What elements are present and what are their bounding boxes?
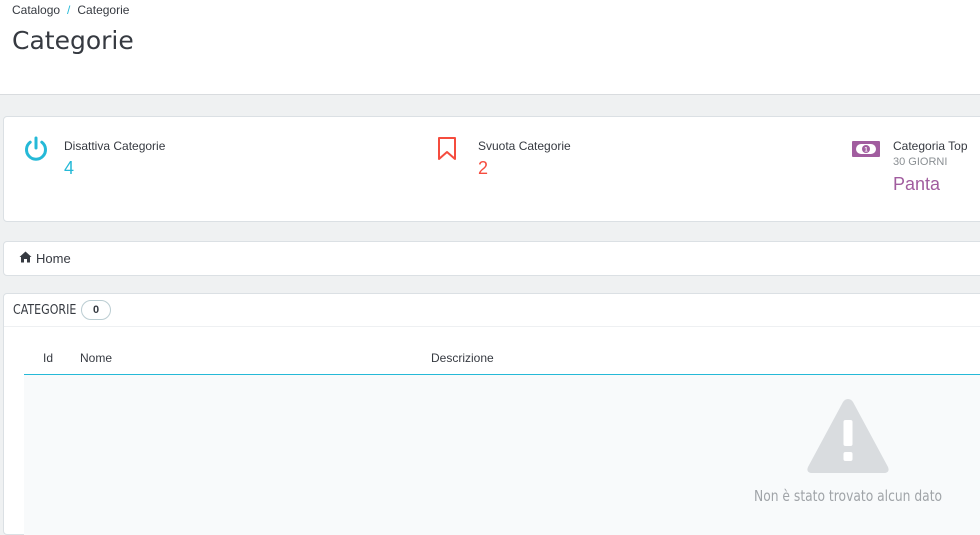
table-header: Id Nome Descrizione (24, 342, 980, 375)
kpi-panel: Disattiva Categorie 4 Svuota Categorie 2… (3, 116, 980, 222)
category-breadcrumb-home[interactable]: Home (19, 251, 71, 266)
column-header-description[interactable]: Descrizione (431, 351, 494, 365)
page-header: Catalogo / Categorie Categorie (0, 0, 980, 95)
money-icon: 1 (851, 135, 881, 168)
panel-heading-label: CATEGORIE (13, 303, 77, 318)
bookmark-icon (436, 135, 460, 168)
panel-heading: CATEGORIE 0 (4, 294, 980, 327)
page-title: Categorie (12, 26, 134, 55)
count-badge: 0 (81, 300, 111, 320)
categories-table-panel: CATEGORIE 0 Id Nome Descrizione Non è st… (3, 293, 980, 535)
breadcrumb-current: Categorie (77, 3, 130, 17)
kpi-subtitle: 30 GIORNI (893, 156, 948, 168)
power-icon (22, 135, 50, 168)
empty-state: Non è stato trovato alcun dato (24, 375, 980, 535)
column-header-name[interactable]: Nome (80, 351, 112, 365)
kpi-value: Panta (893, 174, 941, 194)
kpi-title: Disattiva Categorie (64, 139, 166, 153)
breadcrumb-separator: / (67, 3, 71, 17)
breadcrumb: Catalogo / Categorie (12, 3, 129, 17)
kpi-value: 2 (478, 158, 489, 178)
kpi-title: Svuota Categorie (478, 139, 571, 153)
warning-icon (805, 396, 891, 481)
category-breadcrumb-bar: Home (3, 241, 980, 276)
empty-message: Non è stato trovato alcun dato (754, 487, 943, 505)
home-icon (19, 251, 32, 266)
home-label: Home (36, 251, 71, 266)
column-header-id[interactable]: Id (43, 351, 53, 365)
breadcrumb-parent-link[interactable]: Catalogo (12, 3, 60, 17)
kpi-value: 4 (64, 158, 75, 178)
kpi-title: Categoria Top (893, 139, 968, 153)
